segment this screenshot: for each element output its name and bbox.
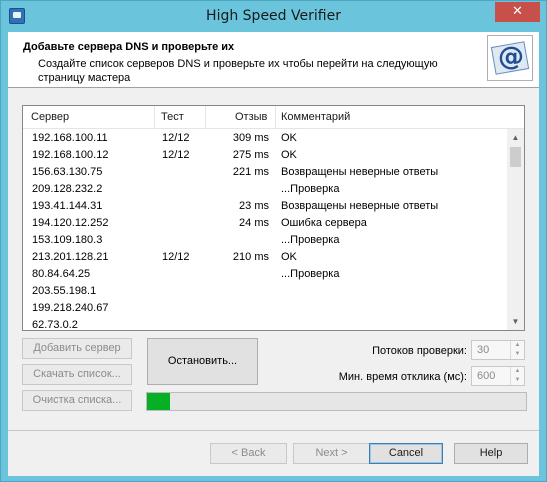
table-row[interactable]: 194.120.12.252 24 ms Ошибка сервера — [23, 215, 507, 232]
test-cell: 12/12 — [162, 149, 190, 161]
table-row[interactable]: 192.168.100.12 12/12 275 ms OK — [23, 147, 507, 164]
server-cell: 192.168.100.11 — [32, 132, 108, 144]
column-header-server[interactable]: Сервер — [31, 111, 69, 123]
response-cell: 309 ms — [232, 132, 269, 144]
table-row[interactable]: 209.128.232.2 ...Проверка — [23, 181, 507, 198]
column-header-response[interactable]: Отзыв — [235, 111, 267, 123]
response-cell: 210 ms — [232, 251, 269, 263]
window-title: High Speed Verifier — [206, 8, 341, 24]
list-header: Сервер Тест Отзыв Комментарий — [23, 106, 524, 129]
column-header-comment[interactable]: Комментарий — [281, 111, 350, 123]
comment-cell: ...Проверка — [281, 234, 340, 246]
response-cell: 24 ms — [239, 217, 269, 229]
vertical-scrollbar[interactable]: ▲ ▼ — [507, 129, 524, 330]
threads-label: Потоков проверки: — [372, 345, 467, 357]
server-cell: 209.128.232.2 — [32, 183, 103, 195]
table-row[interactable]: 203.55.198.1 — [23, 283, 507, 300]
threads-spinbox[interactable]: 30 ▲ ▼ — [471, 340, 525, 360]
min-response-label: Мин. время отклика (мс): — [338, 371, 467, 383]
server-cell: 156.63.130.75 — [32, 166, 103, 178]
header-description: Создайте список серверов DNS и проверьте… — [38, 58, 438, 84]
server-cell: 203.55.198.1 — [32, 285, 97, 297]
server-cell: 153.109.180.3 — [32, 234, 103, 246]
scroll-thumb[interactable] — [510, 147, 521, 167]
comment-cell: Возвращены неверные ответы — [281, 200, 439, 212]
table-row[interactable]: 213.201.128.21 12/12 210 ms OK — [23, 249, 507, 266]
server-cell: 193.41.144.31 — [32, 200, 103, 212]
comment-cell: OK — [281, 132, 297, 144]
response-cell: 23 ms — [239, 200, 269, 212]
server-cell: 192.168.100.12 — [32, 149, 109, 161]
cancel-button[interactable]: Cancel — [369, 443, 443, 464]
table-row[interactable]: 153.109.180.3 ...Проверка — [23, 232, 507, 249]
min-response-spinbox[interactable]: 600 ▲ ▼ — [471, 366, 525, 386]
table-row[interactable]: 193.41.144.31 23 ms Возвращены неверные от… — [23, 198, 507, 215]
table-row[interactable]: 192.168.100.11 12/12 309 ms OK — [23, 130, 507, 147]
progress-fill — [147, 393, 170, 410]
server-cell: 62.73.0.2 — [32, 319, 78, 330]
wizard-page: Добавьте сервера DNS и проверьте их Созд… — [8, 32, 539, 476]
comment-cell: Ошибка сервера — [281, 217, 367, 229]
server-cell: 80.84.64.25 — [32, 268, 91, 280]
clear-list-button[interactable]: Очистка списка... — [22, 390, 132, 411]
test-cell: 12/12 — [162, 251, 190, 263]
progress-bar — [146, 392, 527, 411]
scroll-up-icon[interactable]: ▲ — [507, 129, 524, 146]
wizard-header: Добавьте сервера DNS и проверьте их Созд… — [8, 32, 539, 88]
help-button[interactable]: Help — [454, 443, 528, 464]
comment-cell: OK — [281, 251, 297, 263]
table-row[interactable]: 80.84.64.25 ...Проверка — [23, 266, 507, 283]
spin-down-icon[interactable]: ▼ — [511, 350, 524, 359]
server-list[interactable]: Сервер Тест Отзыв Комментарий 192.168.10… — [22, 105, 525, 331]
header-title: Добавьте сервера DNS и проверьте их — [23, 41, 235, 53]
test-cell: 12/12 — [162, 132, 190, 144]
table-row[interactable]: 62.73.0.2 — [23, 317, 507, 330]
close-button[interactable]: ✕ — [495, 2, 540, 22]
next-button[interactable]: Next > — [293, 443, 370, 464]
back-button[interactable]: < Back — [210, 443, 287, 464]
spin-up-icon[interactable]: ▲ — [511, 341, 524, 350]
min-response-value: 600 — [477, 370, 496, 382]
table-row[interactable]: 156.63.130.75 221 ms Возвращены неверные о… — [23, 164, 507, 181]
main-window: High Speed Verifier ✕ Добавьте сервера D… — [0, 0, 547, 482]
server-cell: 213.201.128.21 — [32, 251, 109, 263]
email-logo-icon: @ — [487, 35, 533, 81]
comment-cell: ...Проверка — [281, 268, 340, 280]
spin-down-icon[interactable]: ▼ — [511, 376, 524, 385]
comment-cell: Возвращены неверные ответы — [281, 166, 439, 178]
response-cell: 275 ms — [232, 149, 269, 161]
threads-value: 30 — [477, 344, 490, 356]
title-bar[interactable]: High Speed Verifier ✕ — [1, 1, 546, 32]
comment-cell: OK — [281, 149, 297, 161]
column-header-test[interactable]: Тест — [161, 111, 184, 123]
add-server-button[interactable]: Добавить сервер — [22, 338, 132, 359]
table-row[interactable]: 199.218.240.67 — [23, 300, 507, 317]
stop-button[interactable]: Остановить... — [147, 338, 258, 385]
scroll-down-icon[interactable]: ▼ — [507, 313, 524, 330]
download-list-button[interactable]: Скачать список... — [22, 364, 132, 385]
footer-divider — [8, 430, 539, 431]
server-cell: 194.120.12.252 — [32, 217, 109, 229]
response-cell: 221 ms — [232, 166, 269, 178]
comment-cell: ...Проверка — [281, 183, 340, 195]
spin-up-icon[interactable]: ▲ — [511, 367, 524, 376]
server-cell: 199.218.240.67 — [32, 302, 109, 314]
list-rows: 192.168.100.11 12/12 309 ms OK 192.168.100.1… — [23, 130, 507, 330]
